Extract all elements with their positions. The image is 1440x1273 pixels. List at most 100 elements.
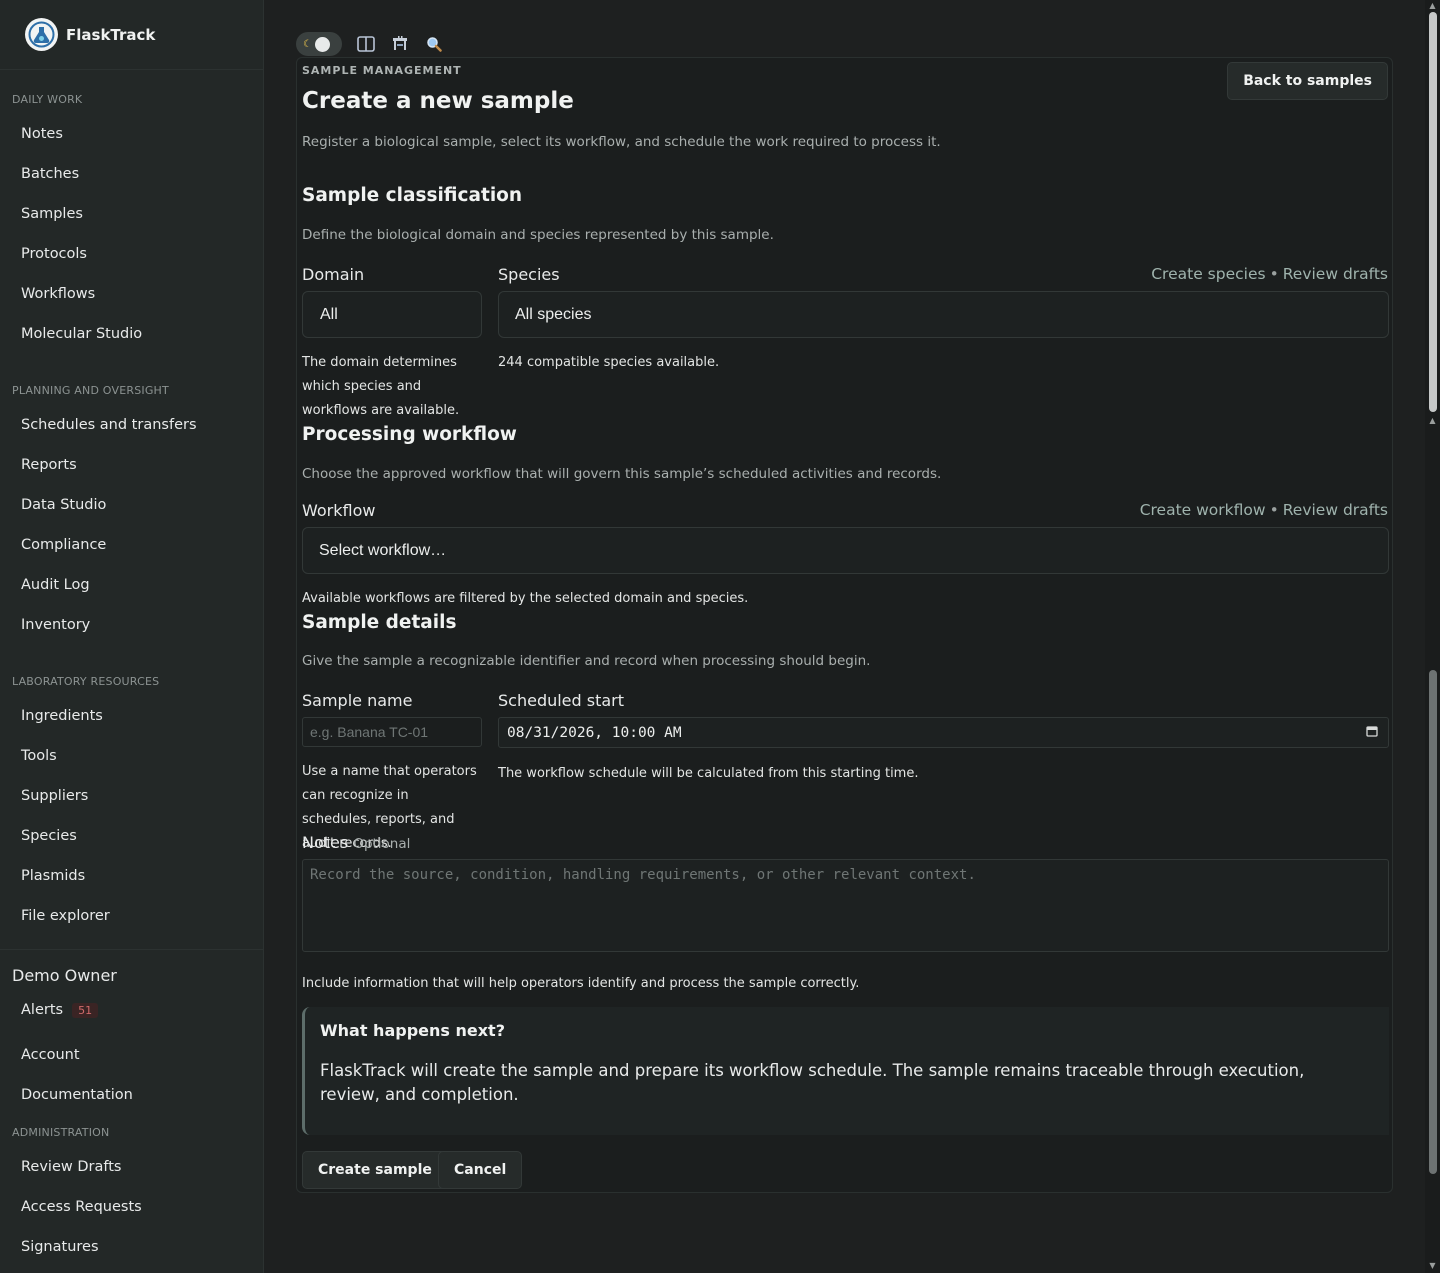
species-value: All species [515, 305, 592, 323]
sidebar-item-protocols[interactable]: Protocols [0, 234, 263, 274]
notes-placeholder: Record the source, condition, handling r… [310, 867, 976, 883]
search-icon[interactable] [424, 34, 444, 54]
link-separator: • [1269, 501, 1279, 519]
calendar-icon[interactable] [1366, 725, 1378, 741]
nav-heading: DAILY WORK [12, 93, 83, 106]
scheduled-start-input[interactable]: 08/31/2026, 10:00 AM [498, 717, 1389, 748]
notes-help: Include information that will help opera… [302, 976, 860, 991]
create-sample-form: SAMPLE MANAGEMENT Create a new sample Ba… [296, 57, 1393, 1193]
toggle-knob [314, 36, 330, 52]
details-title: Sample details [302, 612, 457, 633]
review-species-drafts-link[interactable]: Review drafts [1283, 265, 1388, 283]
domain-select[interactable]: All [302, 291, 482, 338]
domain-help: The domain determines which species and … [302, 355, 460, 418]
sample-name-input[interactable]: e.g. Banana TC-01 [302, 717, 482, 747]
notes-optional-tag: Optional [353, 836, 411, 852]
scroll-up-icon[interactable]: ▲ [1428, 2, 1437, 10]
sidebar-item-review-drafts[interactable]: Review Drafts [0, 1147, 263, 1187]
scheduled-start-label: Scheduled start [498, 691, 625, 710]
notes-textarea[interactable]: Record the source, condition, handling r… [302, 859, 1389, 952]
sidebar-item-molecular-studio[interactable]: Molecular Studio [0, 314, 263, 354]
callout-body: FlaskTrack will create the sample and pr… [320, 1061, 1305, 1104]
workflow-title: Processing workflow [302, 424, 517, 445]
sidebar-item-compliance[interactable]: Compliance [0, 525, 263, 565]
link-separator: • [1269, 265, 1279, 283]
sidebar-item-file-explorer[interactable]: File explorer [0, 896, 263, 936]
details-description: Give the sample a recognizable identifie… [302, 653, 871, 669]
workflow-description: Choose the approved workflow that will g… [302, 466, 942, 482]
scroll-thumb[interactable] [1429, 12, 1437, 412]
user-name: Demo Owner [12, 966, 117, 985]
what-happens-next-callout: What happens next? FlaskTrack will creat… [302, 1007, 1389, 1135]
sidebar-item-schedules[interactable]: Schedules and transfers [0, 405, 263, 445]
domain-label: Domain [302, 265, 365, 284]
scroll-down-icon[interactable]: ▼ [1428, 1262, 1437, 1270]
page-eyebrow: SAMPLE MANAGEMENT [302, 64, 462, 77]
nav-section-lab-resources: LABORATORY RESOURCES Ingredients Tools S… [0, 645, 263, 936]
species-help: 244 compatible species available. [498, 355, 720, 370]
workflow-placeholder: Select workflow… [319, 541, 447, 559]
scheduled-start-value: 08/31/2026, 10:00 AM [507, 724, 682, 741]
create-species-link[interactable]: Create species [1151, 265, 1265, 283]
lab-bench-icon[interactable] [390, 34, 410, 54]
page-intro: Register a biological sample, select its… [302, 134, 941, 150]
sample-name-placeholder: e.g. Banana TC-01 [310, 724, 429, 740]
sidebar-item-reports[interactable]: Reports [0, 445, 263, 485]
page-title: Create a new sample [302, 88, 574, 114]
create-sample-button[interactable]: Create sample [302, 1151, 448, 1189]
review-workflow-drafts-link[interactable]: Review drafts [1283, 501, 1388, 519]
nav-section-daily-work: DAILY WORK Notes Batches Samples Protoco… [0, 70, 263, 354]
species-links: Create species • Review drafts [1151, 265, 1388, 283]
scheduled-start-help: The workflow schedule will be calculated… [498, 766, 919, 781]
alerts-count-badge: 51 [72, 1002, 99, 1018]
nav-heading: PLANNING AND OVERSIGHT [12, 384, 169, 397]
sidebar-item-samples[interactable]: Samples [0, 194, 263, 234]
species-label: Species [498, 265, 560, 284]
nav-section-planning: PLANNING AND OVERSIGHT Schedules and tra… [0, 354, 263, 645]
sidebar: FlaskTrack DAILY WORK Notes Batches Samp… [0, 0, 264, 1273]
moon-icon: ☾ [303, 38, 312, 50]
cancel-button[interactable]: Cancel [438, 1151, 523, 1189]
sidebar-item-signatures[interactable]: Signatures [0, 1227, 263, 1267]
split-view-icon[interactable] [356, 34, 376, 54]
sample-name-label: Sample name [302, 691, 413, 710]
top-toolbar: ☾ [296, 31, 444, 57]
scroll-up-icon[interactable]: ▲ [1428, 417, 1437, 425]
sidebar-item-access-requests[interactable]: Access Requests [0, 1187, 263, 1227]
brand[interactable]: FlaskTrack [0, 0, 263, 70]
sidebar-item-batches[interactable]: Batches [0, 154, 263, 194]
nav-section-admin: ADMINISTRATION Review Drafts Access Requ… [0, 1115, 263, 1267]
scroll-thumb-secondary[interactable] [1429, 670, 1437, 1174]
brand-name: FlaskTrack [66, 25, 156, 44]
sidebar-item-ingredients[interactable]: Ingredients [0, 696, 263, 736]
workflow-select[interactable]: Select workflow… [302, 527, 1389, 574]
sidebar-item-species[interactable]: Species [0, 816, 263, 856]
sidebar-item-account[interactable]: Account [0, 1035, 263, 1075]
sidebar-item-alerts[interactable]: Alerts 51 [0, 990, 263, 1030]
back-to-samples-button[interactable]: Back to samples [1227, 62, 1388, 100]
sidebar-item-notes[interactable]: Notes [0, 114, 263, 154]
sidebar-item-documentation[interactable]: Documentation [0, 1075, 263, 1115]
notes-label: Notes [302, 833, 349, 852]
sidebar-item-workflows[interactable]: Workflows [0, 274, 263, 314]
callout-title: What happens next? [320, 1021, 505, 1040]
sidebar-item-suppliers[interactable]: Suppliers [0, 776, 263, 816]
nav-heading: ADMINISTRATION [12, 1126, 110, 1139]
sidebar-item-plasmids[interactable]: Plasmids [0, 856, 263, 896]
notes-label-row: Notes Optional [302, 833, 410, 852]
nav-heading: LABORATORY RESOURCES [12, 675, 160, 688]
sidebar-item-audit-log[interactable]: Audit Log [0, 565, 263, 605]
sidebar-item-inventory[interactable]: Inventory [0, 605, 263, 645]
create-workflow-link[interactable]: Create workflow [1140, 501, 1266, 519]
theme-toggle[interactable]: ☾ [296, 32, 342, 56]
classification-description: Define the biological domain and species… [302, 227, 774, 243]
user-block: Demo Owner Alerts 51 Account Documentati… [0, 949, 263, 1115]
page-scrollbar[interactable]: ▲ ▲ ▼ [1425, 0, 1440, 1273]
workflow-label: Workflow [302, 501, 376, 520]
workflow-help: Available workflows are filtered by the … [302, 591, 749, 606]
domain-value: All [320, 305, 338, 323]
species-select[interactable]: All species [498, 291, 1389, 338]
sidebar-item-data-studio[interactable]: Data Studio [0, 485, 263, 525]
workflow-links: Create workflow • Review drafts [1140, 501, 1388, 519]
sidebar-item-tools[interactable]: Tools [0, 736, 263, 776]
